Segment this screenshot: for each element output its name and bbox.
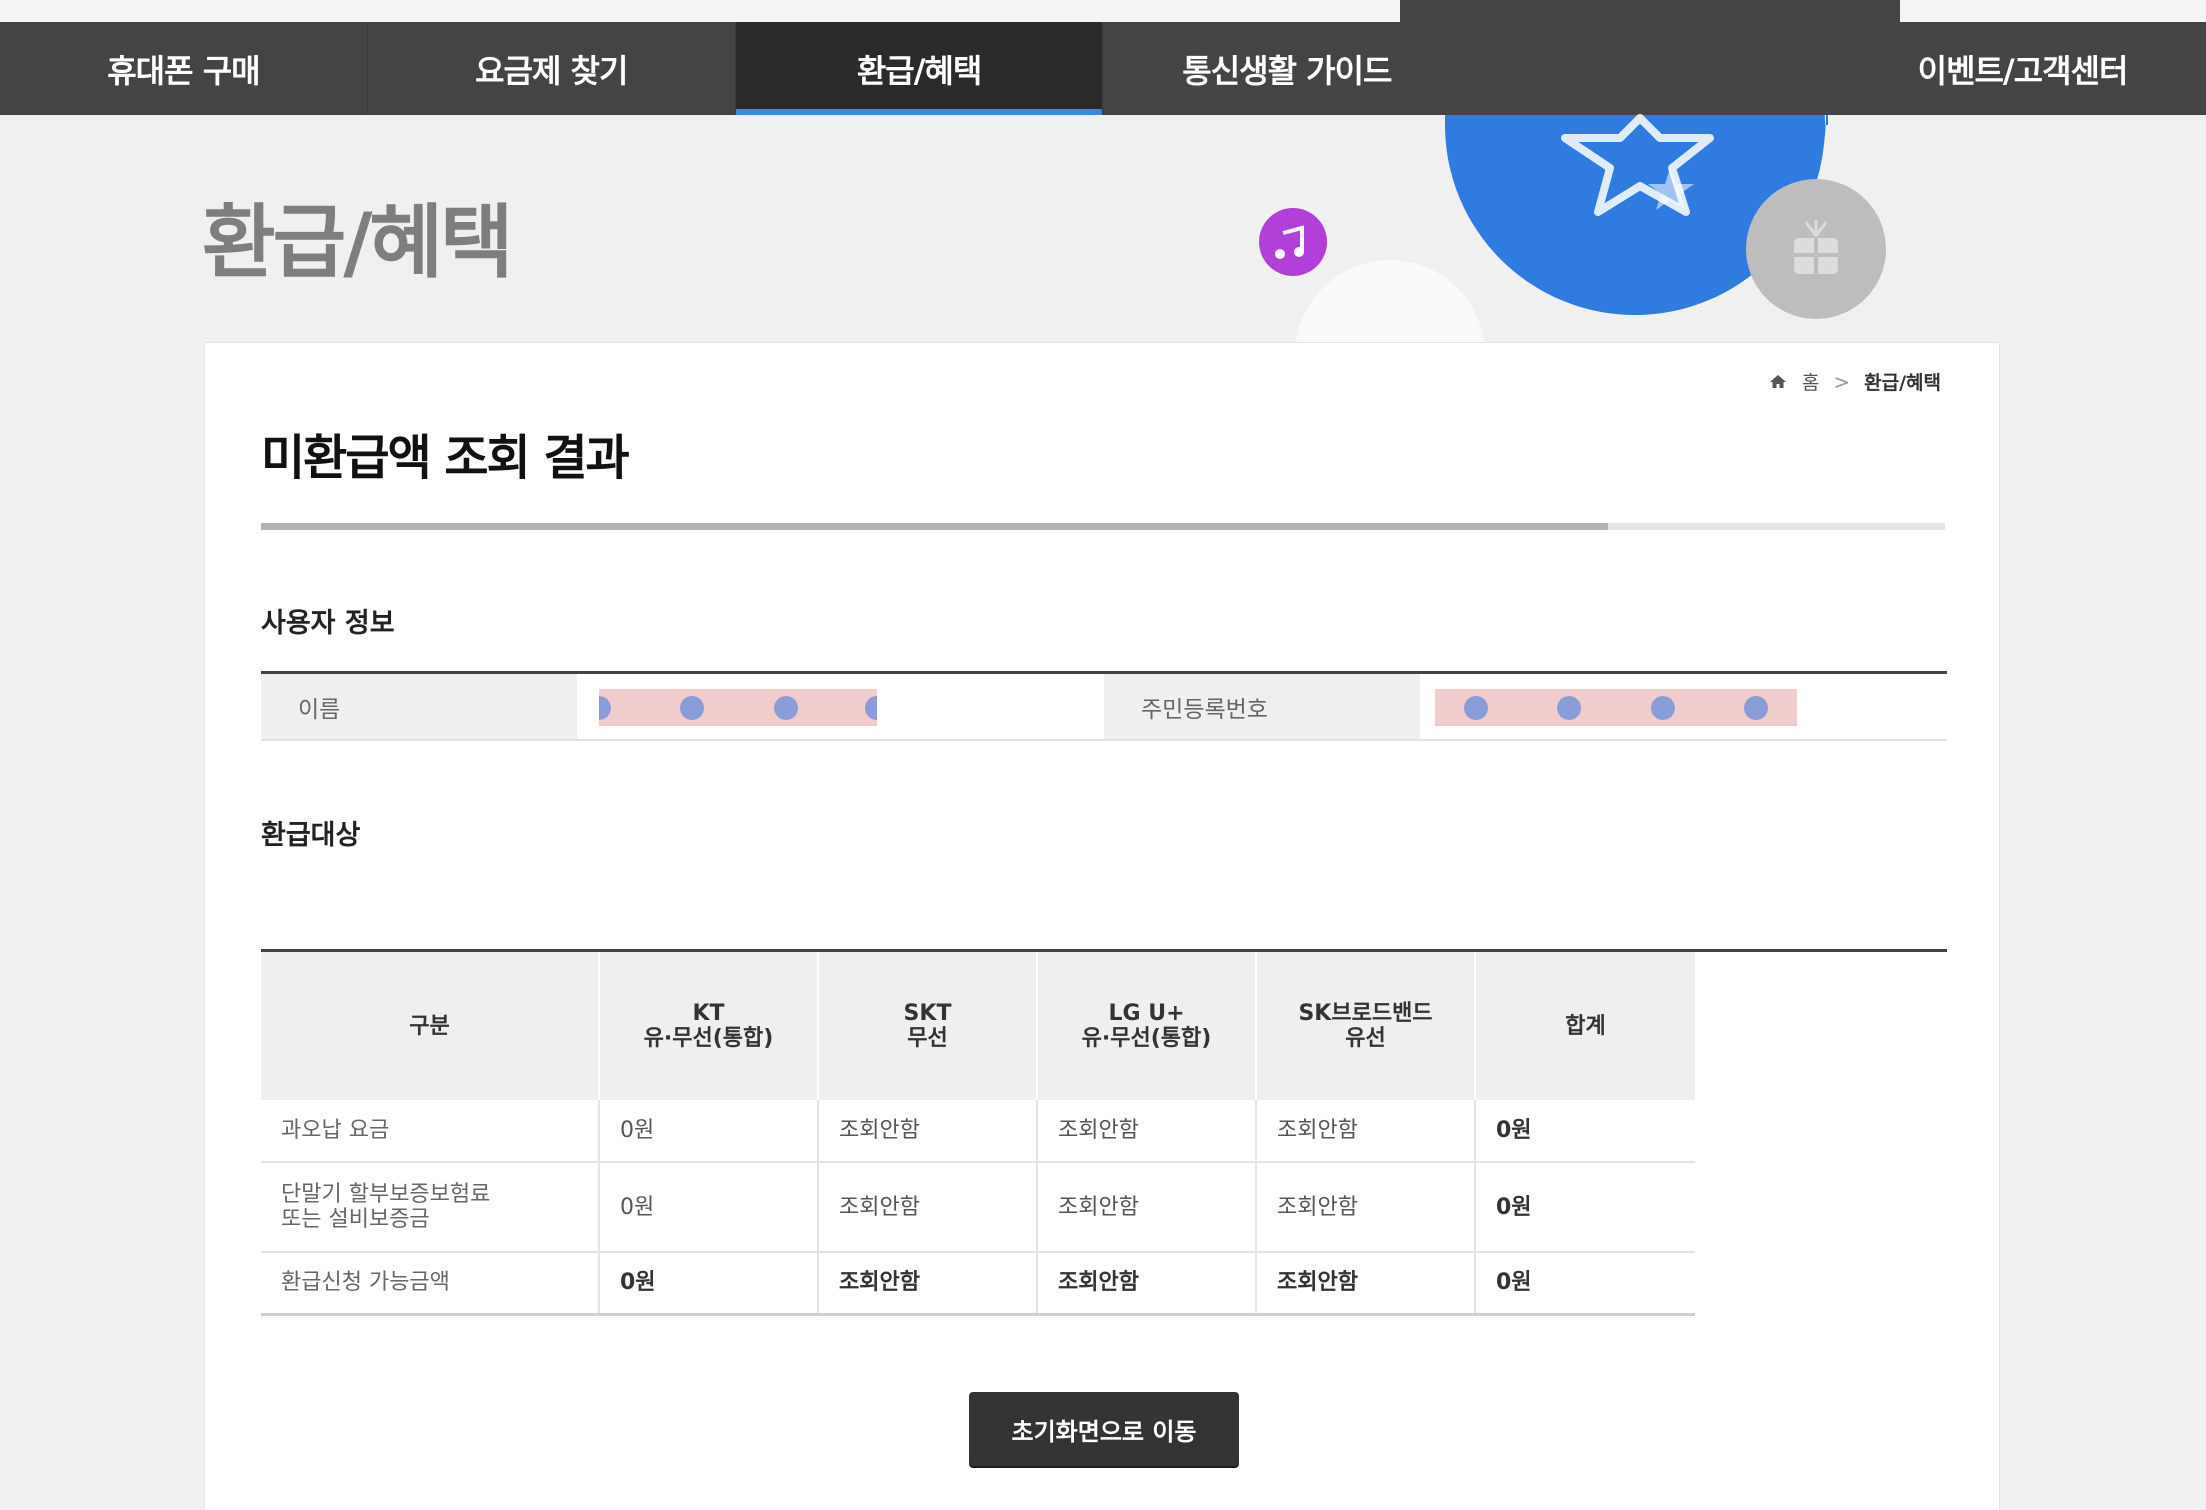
page-title: 미환급액 조회 결과 xyxy=(261,430,630,486)
table-row: 단말기 할부보증보험료 또는 설비보증금 0원 조회안함 조회안함 조회안함 0… xyxy=(261,1162,1695,1253)
refund-target-heading: 환급대상 xyxy=(261,820,361,851)
cell-skt: 조회안함 xyxy=(818,1162,1038,1253)
mask-dot xyxy=(774,696,798,720)
cell-total: 0원 xyxy=(1475,1100,1695,1163)
user-info-heading: 사용자 정보 xyxy=(261,608,395,639)
cell-kt: 0원 xyxy=(599,1252,819,1315)
col-header-skt: SKT 무선 xyxy=(818,952,1038,1100)
cell-skt: 조회안함 xyxy=(818,1252,1038,1315)
mask-dot xyxy=(1464,696,1488,720)
content-panel: 홈 > 환급/혜택 미환급액 조회 결과 사용자 정보 이름 주민등록번호 환급… xyxy=(204,342,2000,1510)
col-header-lgu: LG U+ 유·무선(통합) xyxy=(1037,952,1257,1100)
col-header-skb: SK브로드밴드 유선 xyxy=(1256,952,1476,1100)
star-icon xyxy=(1561,114,1714,216)
chevron-right-icon: > xyxy=(1833,369,1851,394)
rrn-label: 주민등록번호 xyxy=(1104,674,1420,739)
cell-kt: 0원 xyxy=(599,1100,819,1163)
row-label: 환급신청 가능금액 xyxy=(261,1252,600,1315)
cell-skb: 조회안함 xyxy=(1256,1162,1476,1253)
mask-dot xyxy=(1557,696,1581,720)
rrn-mask xyxy=(1435,689,1797,726)
progress-fill xyxy=(261,523,1609,530)
cell-kt: 0원 xyxy=(599,1162,819,1253)
refund-table: 구분 KT 유·무선(통합) SKT 무선 LG U+ 유·무선(통합) SK브… xyxy=(261,949,1947,1316)
name-value-masked xyxy=(577,674,1104,739)
mask-dot xyxy=(1744,696,1768,720)
nav-item-refund-benefits[interactable]: 환급/혜택 xyxy=(735,22,1104,115)
cell-lgu: 조회안함 xyxy=(1037,1100,1257,1163)
cell-total: 0원 xyxy=(1475,1252,1695,1315)
nav-item-event-support[interactable]: 이벤트/고객센터 xyxy=(1839,22,2206,115)
nav-item-phone-purchase[interactable]: 휴대폰 구매 xyxy=(0,22,368,115)
col-header-category: 구분 xyxy=(261,952,600,1100)
name-mask xyxy=(599,689,877,726)
white-bubble xyxy=(1295,260,1485,345)
top-strip xyxy=(0,0,2206,22)
rrn-value-masked xyxy=(1420,674,1947,739)
breadcrumb-current: 환급/혜택 xyxy=(1864,372,1941,394)
mask-dot xyxy=(865,696,877,720)
main-nav: 휴대폰 구매 요금제 찾기 환급/혜택 통신생활 가이드 통신정보 이벤트/고객… xyxy=(0,22,2206,115)
music-note-icon xyxy=(1259,208,1327,276)
home-icon[interactable] xyxy=(1768,372,1788,392)
progress-bar xyxy=(261,523,1945,530)
mask-dot xyxy=(599,696,611,720)
cell-skt: 조회안함 xyxy=(818,1100,1038,1163)
cell-skb: 조회안함 xyxy=(1256,1100,1476,1163)
name-label: 이름 xyxy=(261,674,577,739)
breadcrumb-home[interactable]: 홈 xyxy=(1802,368,1819,395)
table-header-row: 구분 KT 유·무선(통합) SKT 무선 LG U+ 유·무선(통합) SK브… xyxy=(261,952,1695,1100)
mask-dot xyxy=(1651,696,1675,720)
nav-item-plan-search[interactable]: 요금제 찾기 xyxy=(368,22,736,115)
col-header-total: 합계 xyxy=(1475,952,1695,1100)
breadcrumb: 홈 > 환급/혜택 xyxy=(1768,368,1941,395)
hero-title: 환급/혜택 xyxy=(202,196,514,289)
cell-lgu: 조회안함 xyxy=(1037,1162,1257,1253)
blue-circle xyxy=(1445,115,1828,306)
mask-dot xyxy=(680,696,704,720)
table-row: 과오납 요금 0원 조회안함 조회안함 조회안함 0원 xyxy=(261,1100,1695,1163)
cell-total: 0원 xyxy=(1475,1162,1695,1253)
row-label: 단말기 할부보증보험료 또는 설비보증금 xyxy=(261,1162,600,1253)
user-info-table: 이름 주민등록번호 xyxy=(261,671,1947,741)
go-to-home-button[interactable]: 초기화면으로 이동 xyxy=(969,1392,1239,1466)
nav-item-telecom-info[interactable]: 통신정보 xyxy=(1471,22,1840,115)
col-header-kt: KT 유·무선(통합) xyxy=(599,952,819,1100)
cell-skb: 조회안함 xyxy=(1256,1252,1476,1315)
nav-item-telecom-guide[interactable]: 통신생활 가이드 xyxy=(1103,22,1472,115)
table-row: 환급신청 가능금액 0원 조회안함 조회안함 조회안함 0원 xyxy=(261,1252,1695,1315)
gift-icon xyxy=(1746,179,1886,319)
cell-lgu: 조회안함 xyxy=(1037,1252,1257,1315)
row-label: 과오납 요금 xyxy=(261,1100,600,1163)
